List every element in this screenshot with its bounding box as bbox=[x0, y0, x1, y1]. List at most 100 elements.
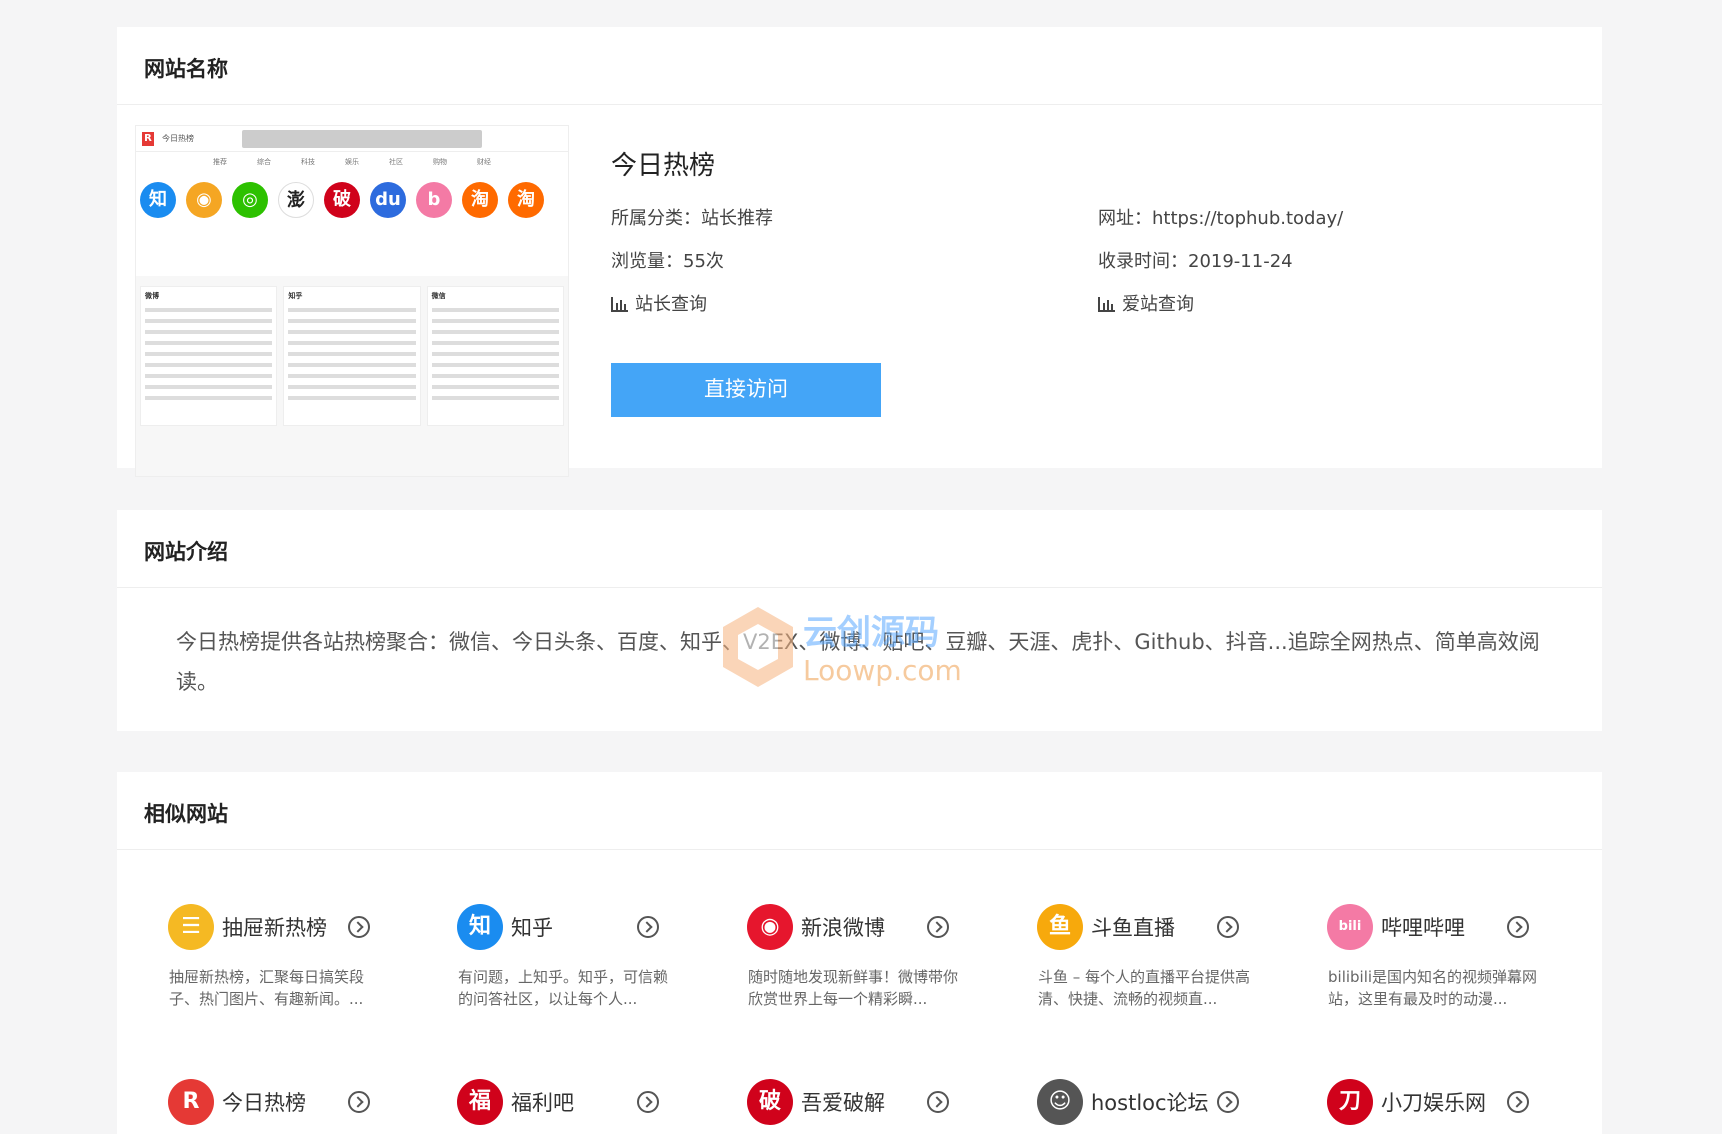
screenshot-column-line bbox=[431, 374, 559, 378]
screenshot-column-line bbox=[431, 396, 559, 400]
screenshot-search-bar bbox=[242, 129, 482, 148]
chevron-right-circle-icon[interactable] bbox=[637, 916, 659, 938]
screenshot-column-line bbox=[145, 341, 273, 345]
site-description: 抽屉新热榜，汇聚每日搞笑段子、热门图片、有趣新闻。... bbox=[169, 968, 365, 1008]
site-logo-icon: 鱼 bbox=[1037, 904, 1083, 950]
screenshot-column-line bbox=[431, 385, 559, 389]
section-title: 网站名称 bbox=[144, 53, 228, 83]
screenshot-column-line bbox=[145, 352, 273, 356]
screenshot-column: 知乎 bbox=[283, 286, 421, 426]
view-count: 浏览量：55次 bbox=[611, 251, 724, 272]
bar-chart-icon bbox=[611, 297, 628, 312]
screenshot-nav-item: 科技 bbox=[301, 158, 315, 166]
screenshot-logo: R bbox=[142, 131, 154, 146]
site-name[interactable]: 知乎 bbox=[511, 912, 553, 942]
screenshot-column-line bbox=[431, 319, 559, 323]
screenshot-column-line bbox=[145, 374, 273, 378]
site-logo-icon: 破 bbox=[747, 1079, 793, 1125]
screenshot-nav-item: 社区 bbox=[389, 158, 403, 166]
screenshot-column-line bbox=[145, 396, 273, 400]
screenshot-column-line bbox=[431, 341, 559, 345]
card-header: 网站介绍 bbox=[117, 510, 1602, 588]
site-name: 今日热榜 bbox=[611, 151, 716, 181]
chevron-right-circle-icon[interactable] bbox=[927, 1091, 949, 1113]
screenshot-site-icon: 澎 bbox=[278, 182, 314, 218]
screenshot-column-line bbox=[288, 352, 416, 356]
screenshot-column-line bbox=[431, 308, 559, 312]
added-date: 收录时间：2019-11-24 bbox=[1098, 251, 1293, 272]
chevron-right-circle-icon[interactable] bbox=[348, 1091, 370, 1113]
screenshot-column-line bbox=[288, 308, 416, 312]
site-name[interactable]: 哔哩哔哩 bbox=[1381, 912, 1465, 942]
site-logo-icon: ◉ bbox=[747, 904, 793, 950]
screenshot-site-icon: du bbox=[370, 182, 406, 218]
screenshot-column-line bbox=[288, 330, 416, 334]
site-name[interactable]: 抽屉新热榜 bbox=[222, 912, 327, 942]
screenshot-column-title: 微博 bbox=[145, 292, 159, 300]
site-intro-card: 网站介绍 今日热榜提供各站热榜聚合：微信、今日头条、百度、知乎、V2EX、微博、… bbox=[117, 510, 1602, 731]
chevron-right-circle-icon[interactable] bbox=[1507, 916, 1529, 938]
site-name[interactable]: 新浪微博 bbox=[801, 912, 885, 942]
section-title: 相似网站 bbox=[144, 798, 228, 828]
screenshot-column-line bbox=[288, 374, 416, 378]
screenshot-columns: 微博 知乎 微信 bbox=[136, 276, 568, 426]
screenshot-app-name: 今日热榜 bbox=[162, 134, 194, 143]
screenshot-topbar: R 今日热榜 bbox=[136, 126, 568, 152]
site-description: 随时随地发现新鲜事！微博带你欣赏世界上每一个精彩瞬... bbox=[748, 968, 959, 1008]
site-name[interactable]: 小刀娱乐网 bbox=[1381, 1087, 1486, 1117]
chevron-right-circle-icon[interactable] bbox=[637, 1091, 659, 1113]
site-name[interactable]: hostloc论坛 bbox=[1091, 1087, 1209, 1117]
site-logo-icon: R bbox=[168, 1079, 214, 1125]
screenshot-column-line bbox=[288, 396, 416, 400]
screenshot-nav-item: 娱乐 bbox=[345, 158, 359, 166]
screenshot-column-line bbox=[145, 330, 273, 334]
site-logo-icon: ☺ bbox=[1037, 1079, 1083, 1125]
screenshot-column-line bbox=[288, 341, 416, 345]
screenshot-site-icon: 淘 bbox=[462, 182, 498, 218]
screenshot-column-line bbox=[288, 319, 416, 323]
site-url[interactable]: 网址：https://tophub.today/ bbox=[1098, 204, 1343, 230]
screenshot-column-line bbox=[431, 330, 559, 334]
site-name[interactable]: 今日热榜 bbox=[222, 1087, 306, 1117]
screenshot-nav: 推荐 综合 科技 娱乐 社区 购物 财经 bbox=[136, 152, 568, 172]
screenshot-column-line bbox=[431, 363, 559, 367]
site-logo-icon: 福 bbox=[457, 1079, 503, 1125]
intro-text: 今日热榜提供各站热榜聚合：微信、今日头条、百度、知乎、V2EX、微博、贴吧、豆瓣… bbox=[176, 630, 1540, 694]
site-logo-icon: 刀 bbox=[1327, 1079, 1373, 1125]
screenshot-column-line bbox=[288, 363, 416, 367]
screenshot-column: 微信 bbox=[426, 286, 564, 426]
screenshot-site-icon: 破 bbox=[324, 182, 360, 218]
chevron-right-circle-icon[interactable] bbox=[1217, 1091, 1239, 1113]
screenshot-column-line bbox=[145, 363, 273, 367]
screenshot-nav-item: 推荐 bbox=[213, 158, 227, 166]
screenshot-column-line bbox=[145, 308, 273, 312]
chevron-right-circle-icon[interactable] bbox=[927, 916, 949, 938]
chevron-right-circle-icon[interactable] bbox=[1507, 1091, 1529, 1113]
site-logo-icon: ☰ bbox=[168, 904, 214, 950]
aizhan-query-link[interactable]: 爱站查询 bbox=[1098, 290, 1194, 316]
card-header: 网站名称 bbox=[117, 27, 1602, 105]
site-description: 斗鱼 – 每个人的直播平台提供高清、快捷、流畅的视频直... bbox=[1038, 968, 1251, 1008]
site-screenshot[interactable]: R 今日热榜 推荐 综合 科技 娱乐 社区 购物 财经 知 ◉ ◎ 澎破 du b 淘淘 微博 知乎 微信 bbox=[135, 125, 569, 477]
chevron-right-circle-icon[interactable] bbox=[1217, 916, 1239, 938]
screenshot-column: 微博 bbox=[140, 286, 278, 426]
screenshot-nav-item: 综合 bbox=[257, 158, 271, 166]
site-description: 有问题，上知乎。知乎，可信赖的问答社区，以让每个人... bbox=[458, 968, 669, 1008]
site-name[interactable]: 福利吧 bbox=[511, 1087, 574, 1117]
site-name[interactable]: 吾爱破解 bbox=[801, 1087, 885, 1117]
screenshot-site-icon: b bbox=[416, 182, 452, 218]
site-name[interactable]: 斗鱼直播 bbox=[1091, 912, 1175, 942]
site-description: bilibili是国内知名的视频弹幕网站，这里有最及时的动漫... bbox=[1328, 968, 1538, 1008]
screenshot-site-icon: ◎ bbox=[232, 182, 268, 218]
site-info-card: 网站名称 R 今日热榜 推荐 综合 科技 娱乐 社区 购物 财经 知 ◉ ◎ 澎破 du b 淘淘 微博… bbox=[117, 27, 1602, 477]
screenshot-site-icon: 知 bbox=[140, 182, 176, 218]
screenshot-column-line bbox=[288, 385, 416, 389]
chevron-right-circle-icon[interactable] bbox=[348, 916, 370, 938]
screenshot-column-line bbox=[145, 319, 273, 323]
similar-sites-card: 相似网站 ☰ 抽屉新热榜抽屉新热榜，汇聚每日搞笑段子、热门图片、有趣新闻。... 知… bbox=[117, 772, 1602, 1134]
visit-site-button[interactable]: 直接访问 bbox=[611, 363, 881, 417]
site-logo-icon: bili bbox=[1327, 904, 1373, 950]
bar-chart-icon bbox=[1098, 297, 1115, 312]
site-logo-icon: 知 bbox=[457, 904, 503, 950]
webmaster-query-link[interactable]: 站长查询 bbox=[611, 290, 707, 316]
